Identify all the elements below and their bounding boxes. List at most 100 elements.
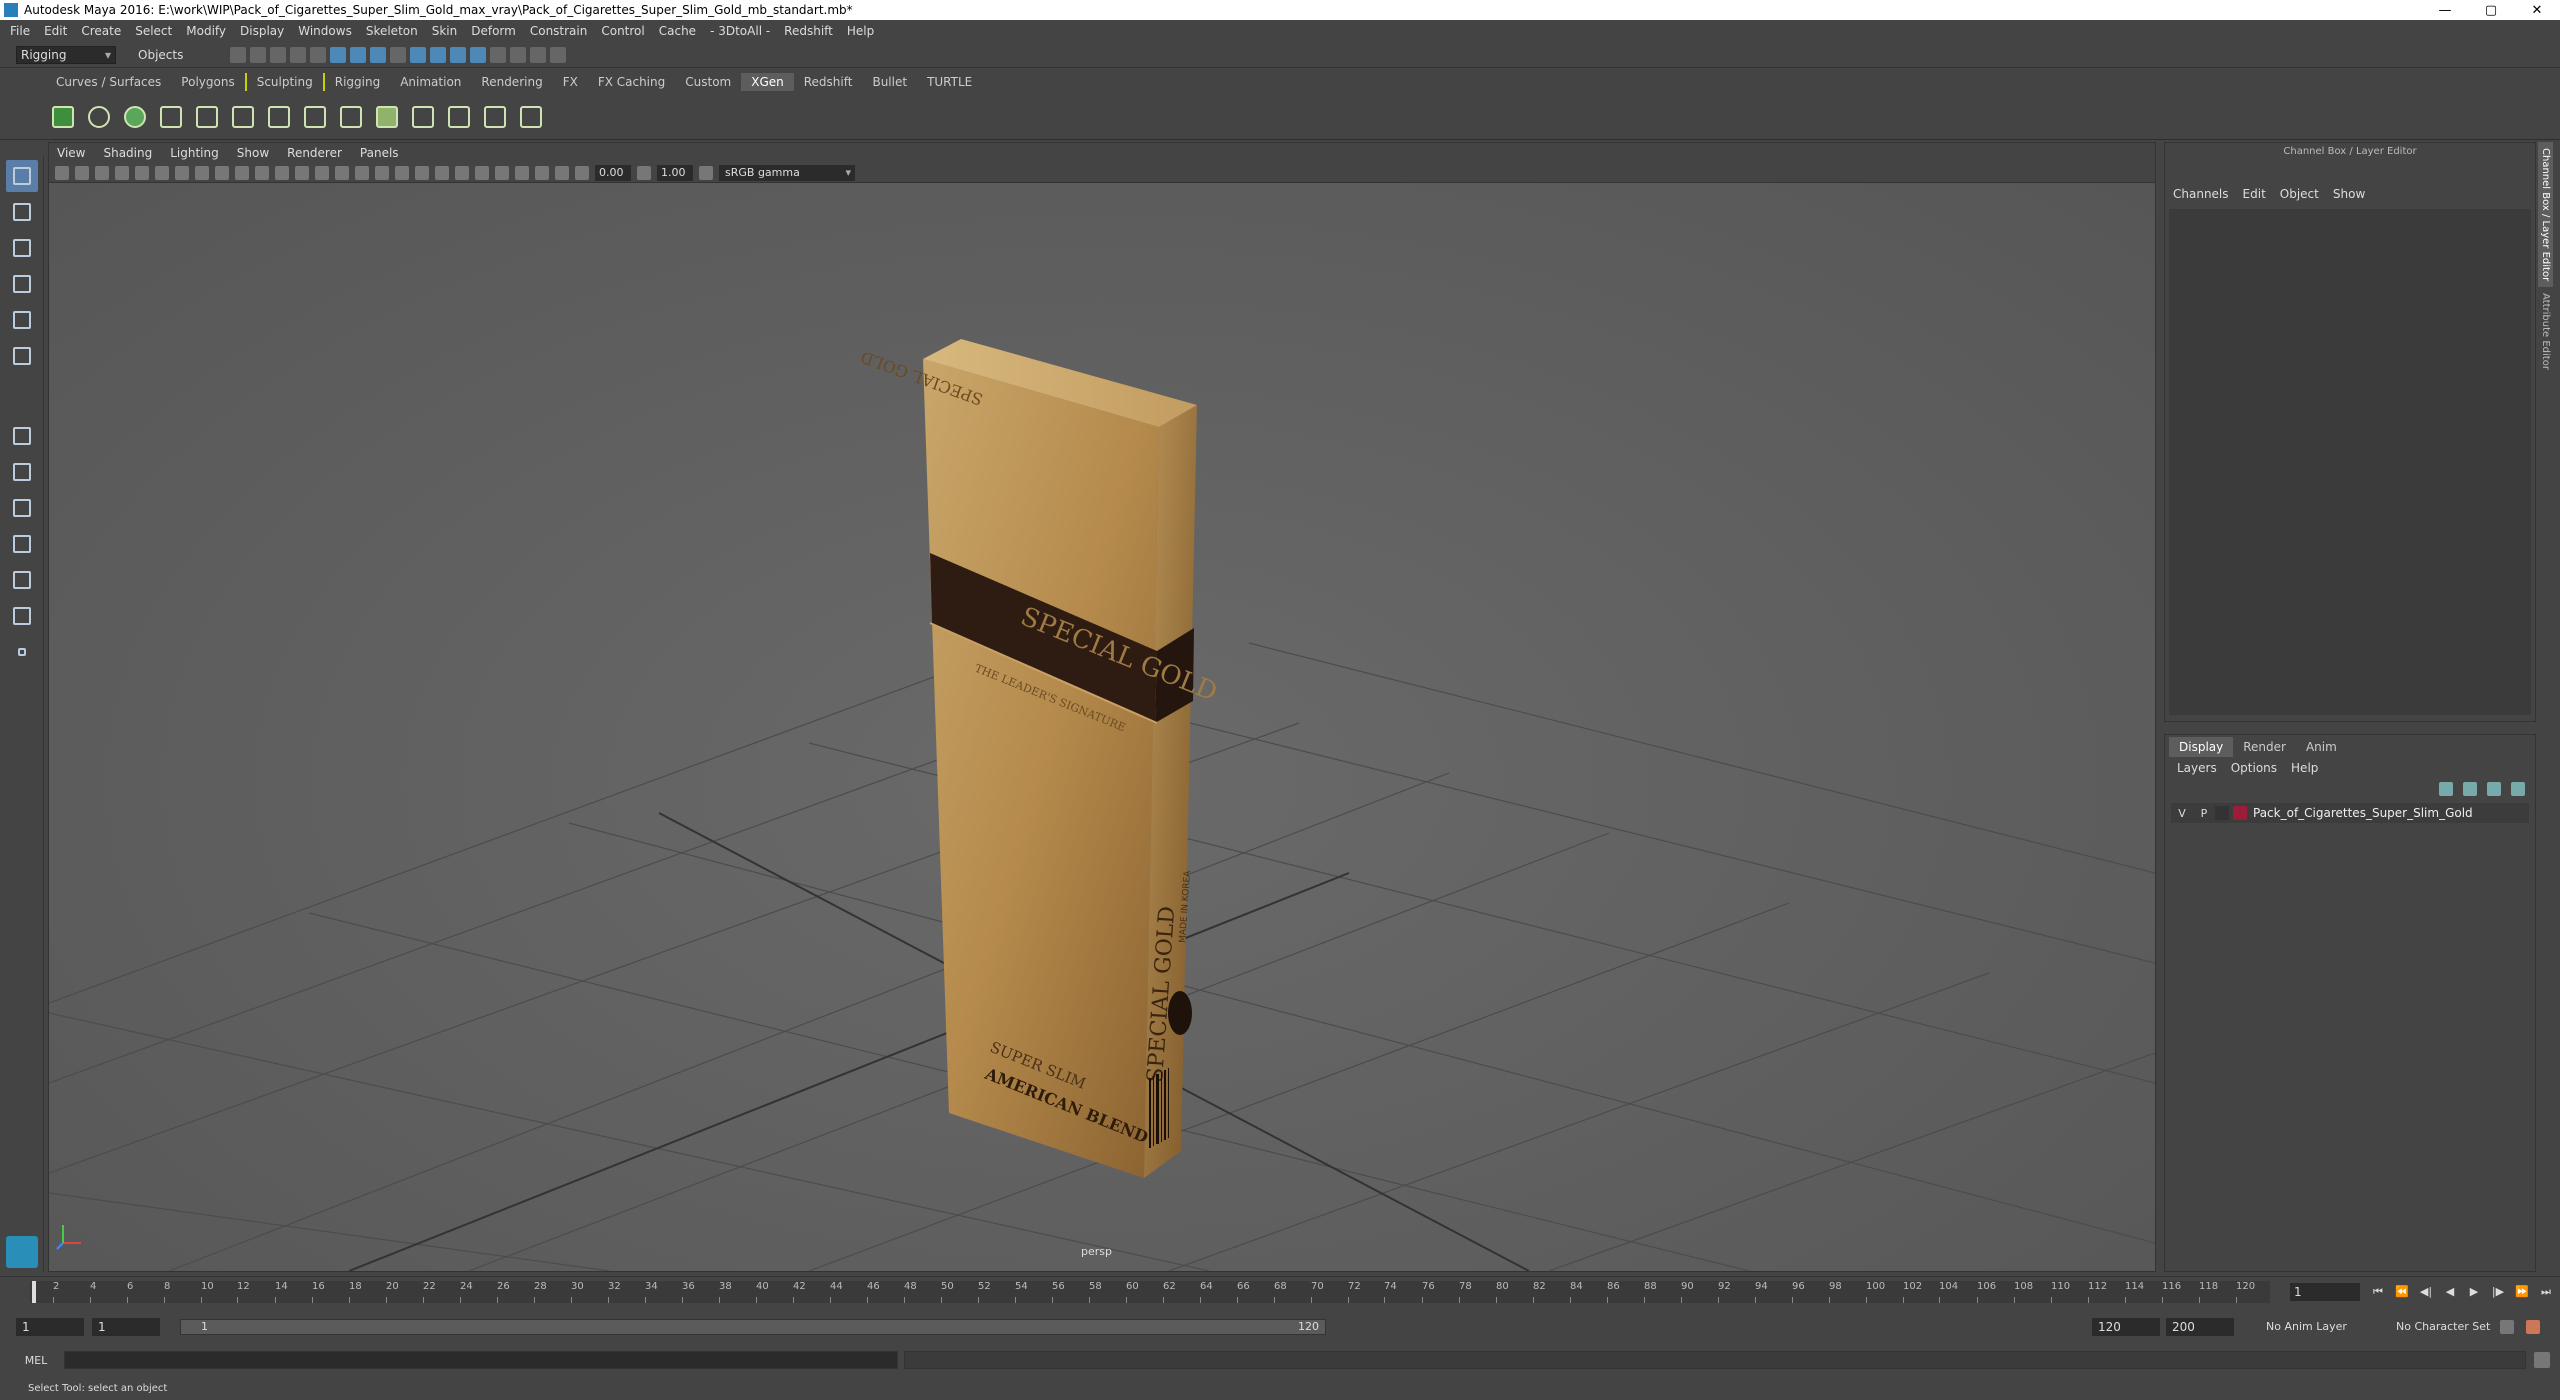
snap-point-icon[interactable] bbox=[450, 46, 466, 63]
menu-modify[interactable]: Modify bbox=[186, 24, 226, 38]
shelf-tab-custom[interactable]: Custom bbox=[675, 73, 741, 91]
maya-home-icon[interactable] bbox=[6, 1236, 38, 1268]
undo-icon[interactable] bbox=[290, 46, 306, 63]
persp-outliner-icon[interactable] bbox=[6, 492, 38, 524]
menu-redshift[interactable]: Redshift bbox=[784, 24, 833, 38]
two-d-pan-icon[interactable] bbox=[135, 165, 149, 180]
viewport-3d-canvas[interactable]: SPECIAL GOLD THE LEADER'S SIGNATURE SPEC… bbox=[49, 183, 2155, 1271]
lock-selection-icon[interactable] bbox=[390, 46, 406, 63]
xgen-grass-icon[interactable] bbox=[444, 102, 474, 132]
resolution-gate-icon[interactable] bbox=[215, 165, 229, 180]
current-frame-field[interactable]: 1 bbox=[2290, 1283, 2360, 1301]
menu-create[interactable]: Create bbox=[81, 24, 121, 38]
field-chart-icon[interactable] bbox=[255, 165, 269, 180]
select-camera-icon[interactable] bbox=[55, 165, 69, 180]
menu-skeleton[interactable]: Skeleton bbox=[366, 24, 418, 38]
snap-curve-icon[interactable] bbox=[430, 46, 446, 63]
safe-title-icon[interactable] bbox=[295, 165, 309, 180]
render-settings-icon[interactable] bbox=[550, 46, 566, 63]
menu-3dtoall[interactable]: - 3DtoAll - bbox=[710, 24, 770, 38]
move-tool-icon[interactable] bbox=[6, 268, 38, 300]
select-hierarchy-icon[interactable] bbox=[330, 46, 346, 63]
menu-windows[interactable]: Windows bbox=[298, 24, 352, 38]
use-all-lights-icon[interactable] bbox=[395, 165, 409, 180]
panel-menu-shading[interactable]: Shading bbox=[103, 146, 152, 160]
xgen-editor-icon[interactable] bbox=[48, 102, 78, 132]
layout-dropdown-icon[interactable] bbox=[6, 636, 38, 668]
four-view-icon[interactable] bbox=[6, 456, 38, 488]
panel-menu-panels[interactable]: Panels bbox=[360, 146, 399, 160]
anim-layer-dropdown[interactable]: No Anim Layer bbox=[2266, 1320, 2347, 1333]
step-forward-key-button[interactable]: ⏩ bbox=[2512, 1283, 2532, 1301]
layer-menu-layers[interactable]: Layers bbox=[2177, 761, 2217, 775]
save-scene-icon[interactable] bbox=[270, 46, 286, 63]
select-object-icon[interactable] bbox=[350, 46, 366, 63]
menu-display[interactable]: Display bbox=[240, 24, 284, 38]
film-gate-icon[interactable] bbox=[195, 165, 209, 180]
redo-icon[interactable] bbox=[310, 46, 326, 63]
safe-action-icon[interactable] bbox=[275, 165, 289, 180]
layer-row[interactable]: V P Pack_of_Cigarettes_Super_Slim_Gold bbox=[2171, 803, 2529, 823]
bookmark-icon[interactable] bbox=[95, 165, 109, 180]
new-empty-layer-icon[interactable] bbox=[2487, 782, 2501, 796]
xgen-groom-icon[interactable] bbox=[408, 102, 438, 132]
xgen-guide-lock-icon[interactable] bbox=[300, 102, 330, 132]
xgen-patch-icon[interactable] bbox=[120, 102, 150, 132]
tab-display[interactable]: Display bbox=[2169, 737, 2234, 757]
layer-playback-toggle[interactable]: P bbox=[2193, 807, 2215, 820]
single-view-icon[interactable] bbox=[6, 420, 38, 452]
menu-skin[interactable]: Skin bbox=[432, 24, 458, 38]
view-transform-dropdown[interactable]: sRGB gamma bbox=[719, 164, 855, 181]
shelf-tab-bullet[interactable]: Bullet bbox=[862, 73, 917, 91]
render-frame-icon[interactable] bbox=[510, 46, 526, 63]
ambient-occlusion-icon[interactable] bbox=[435, 165, 449, 180]
channel-box-body[interactable] bbox=[2169, 209, 2531, 715]
script-editor-icon[interactable] bbox=[2534, 1352, 2550, 1368]
current-time-marker[interactable] bbox=[32, 1281, 36, 1303]
move-layer-up-icon[interactable] bbox=[2439, 782, 2453, 796]
shelf-tab-sculpting[interactable]: Sculpting bbox=[244, 73, 323, 91]
menu-constrain[interactable]: Constrain bbox=[530, 24, 588, 38]
shelf-tab-fx[interactable]: FX bbox=[553, 73, 588, 91]
open-scene-icon[interactable] bbox=[250, 46, 266, 63]
lasso-tool-icon[interactable] bbox=[6, 196, 38, 228]
xgen-create-description-icon[interactable] bbox=[84, 102, 114, 132]
tab-render[interactable]: Render bbox=[2233, 737, 2296, 757]
color-management-icon[interactable] bbox=[699, 165, 713, 180]
shelf-tab-rendering[interactable]: Rendering bbox=[471, 73, 552, 91]
exposure-field[interactable]: 0.00 bbox=[595, 164, 631, 181]
play-forwards-button[interactable]: ▶ bbox=[2464, 1283, 2484, 1301]
side-tab-attribute-editor[interactable]: Attribute Editor bbox=[2538, 287, 2553, 376]
play-backwards-button[interactable]: ◀ bbox=[2440, 1283, 2460, 1301]
xgen-guide-bend-icon[interactable] bbox=[336, 102, 366, 132]
exposure-icon[interactable] bbox=[575, 165, 589, 180]
select-tool-icon[interactable] bbox=[6, 160, 38, 192]
xgen-curves-icon[interactable] bbox=[480, 102, 510, 132]
outliner-persp-icon[interactable] bbox=[6, 600, 38, 632]
animation-prefs-icon[interactable] bbox=[2526, 1320, 2540, 1334]
menu-cache[interactable]: Cache bbox=[659, 24, 696, 38]
shelf-tab-turtle[interactable]: TURTLE bbox=[917, 73, 982, 91]
close-button[interactable]: ✕ bbox=[2514, 0, 2560, 20]
minimize-button[interactable]: — bbox=[2422, 0, 2468, 20]
wireframe-on-shaded-icon[interactable] bbox=[355, 165, 369, 180]
go-to-end-button[interactable]: ⏭ bbox=[2536, 1283, 2556, 1301]
layer-display-type[interactable] bbox=[2215, 806, 2229, 820]
channel-menu-channels[interactable]: Channels bbox=[2173, 187, 2229, 201]
snap-grid-icon[interactable] bbox=[410, 46, 426, 63]
panel-menu-lighting[interactable]: Lighting bbox=[170, 146, 219, 160]
menu-edit[interactable]: Edit bbox=[44, 24, 67, 38]
range-slider-bar[interactable]: 1 120 bbox=[180, 1319, 1326, 1335]
xgen-guide-sculpt-icon[interactable] bbox=[264, 102, 294, 132]
tab-anim[interactable]: Anim bbox=[2296, 737, 2347, 757]
menu-help[interactable]: Help bbox=[847, 24, 874, 38]
layer-menu-options[interactable]: Options bbox=[2231, 761, 2277, 775]
textured-icon[interactable] bbox=[375, 165, 389, 180]
time-slider-track[interactable]: 2 4 6 8 10 12 14 16 18 20 22 24 26 28 30 32 34 36 38 40 42 44… bbox=[30, 1281, 2270, 1303]
shelf-tab-animation[interactable]: Animation bbox=[390, 73, 471, 91]
grease-pencil-icon[interactable] bbox=[155, 165, 169, 180]
playback-start-field[interactable]: 1 bbox=[92, 1318, 160, 1336]
menu-deform[interactable]: Deform bbox=[471, 24, 516, 38]
persp-hypershade-icon[interactable] bbox=[6, 564, 38, 596]
persp-graph-icon[interactable] bbox=[6, 528, 38, 560]
